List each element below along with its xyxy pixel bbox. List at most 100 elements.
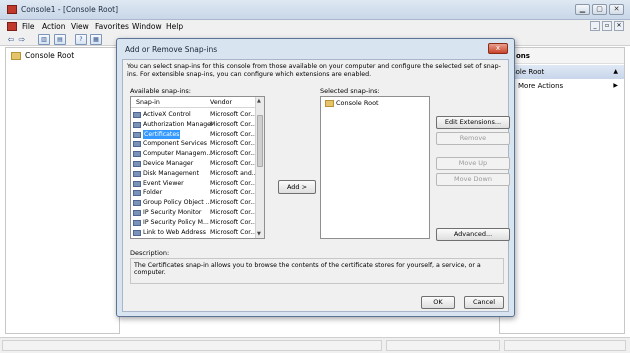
title-bar: Console1 - [Console Root] ▁ ▢ ✕ [0, 0, 630, 20]
scroll-thumb[interactable] [257, 115, 263, 167]
mmc-app-icon [7, 5, 17, 14]
add-remove-snapins-dialog: Add or Remove Snap-ins x You can select … [116, 38, 515, 317]
snapin-row[interactable]: ActiveX Control Microsoft Cor... [131, 110, 257, 120]
window-controls: ▁ ▢ ✕ [575, 4, 624, 15]
snapin-row[interactable]: IP Security Policy M... Microsoft Cor... [131, 218, 257, 228]
snapin-vendor: Microsoft Cor... [210, 208, 257, 216]
snapin-icon [133, 190, 141, 197]
snapin-row[interactable]: Link to Web Address Microsoft Cor... [131, 228, 257, 238]
snapin-icon [133, 180, 141, 187]
child-window-controls: _ ▫ ✕ [590, 21, 624, 31]
actions-section-console-root[interactable]: sole Root ▲ [500, 65, 624, 79]
show-tree-icon[interactable]: ▥ [38, 34, 50, 45]
move-down-button[interactable]: Move Down [436, 173, 510, 186]
snapin-name: Device Manager [143, 159, 194, 167]
menu-file[interactable]: File [22, 22, 35, 31]
menu-favorites[interactable]: Favorites [95, 22, 129, 31]
snapin-vendor: Microsoft Cor... [210, 218, 257, 226]
snapin-row[interactable]: Disk Management Microsoft and... [131, 169, 257, 179]
menu-help[interactable]: Help [166, 22, 183, 31]
snapin-row[interactable]: Certificates Microsoft Cor... [131, 129, 257, 140]
submenu-arrow-icon: ▶ [613, 82, 618, 89]
snapin-name: Group Policy Object ... [143, 199, 212, 207]
menu-action[interactable]: Action [42, 22, 66, 31]
export-list-icon[interactable]: ▤ [54, 34, 66, 45]
child-close-button[interactable]: ✕ [614, 21, 624, 31]
snapin-row[interactable]: IP Security Monitor Microsoft Cor... [131, 208, 257, 218]
more-actions-item[interactable]: More Actions ▶ [500, 80, 624, 93]
snapin-name: Component Services [143, 140, 207, 148]
selected-item-console-root[interactable]: Console Root [336, 99, 379, 107]
scroll-up-icon[interactable]: ▲ [257, 98, 261, 104]
snapin-row[interactable]: Authorization Manager Microsoft Cor... [131, 120, 257, 130]
selected-snapins-list[interactable]: Console Root [320, 96, 430, 239]
snapin-row[interactable]: Folder Microsoft Cor... [131, 188, 257, 198]
snapin-row[interactable]: Component Services Microsoft Cor... [131, 139, 257, 149]
ok-button[interactable]: OK [421, 296, 455, 309]
list-scrollbar[interactable]: ▲ ▼ [255, 97, 264, 238]
snapin-name: Event Viewer [143, 179, 184, 187]
scroll-down-icon[interactable]: ▼ [257, 231, 261, 237]
status-bar [0, 337, 630, 353]
remove-button[interactable]: Remove [436, 132, 510, 145]
snapin-vendor: Microsoft Cor... [210, 140, 257, 148]
snapin-icon [133, 131, 141, 138]
snapin-name: IP Security Monitor [143, 208, 202, 216]
snapin-name: Authorization Manager [143, 120, 213, 128]
folder-icon [325, 100, 334, 107]
snapin-row[interactable]: Group Policy Object ... Microsoft Cor... [131, 198, 257, 208]
actions-pane: ons sole Root ▲ More Actions ▶ [499, 47, 625, 334]
status-segment [2, 340, 382, 351]
console-icon[interactable] [7, 22, 17, 31]
available-snapins-label: Available snap-ins: [130, 87, 191, 95]
snapin-vendor: Microsoft Cor... [210, 130, 257, 138]
snapin-vendor: Microsoft Cor... [210, 189, 257, 197]
status-segment [386, 340, 500, 351]
snapin-icon [133, 170, 141, 177]
move-up-button[interactable]: Move Up [436, 157, 510, 170]
menu-bar: File Action View Favorites Window Help _… [0, 20, 630, 33]
snapin-vendor: Microsoft Cor... [210, 228, 257, 236]
child-minimize-button[interactable]: _ [590, 21, 600, 31]
actions-header: ons [500, 48, 624, 64]
status-segment [504, 340, 626, 351]
snapin-row[interactable]: Event Viewer Microsoft Cor... [131, 179, 257, 189]
available-snapins-list[interactable]: Snap-in Vendor ActiveX Control Microsoft … [130, 96, 265, 239]
child-restore-button[interactable]: ▫ [602, 21, 612, 31]
snapin-vendor: Microsoft and... [210, 169, 257, 177]
maximize-button[interactable]: ▢ [592, 4, 607, 15]
actions-section-label: sole Root [512, 68, 545, 76]
collapse-up-icon[interactable]: ▲ [613, 68, 618, 75]
snapin-icon [133, 112, 141, 118]
snapin-name: Computer Managem... [143, 150, 213, 158]
dialog-close-button[interactable]: x [488, 43, 508, 54]
menu-window[interactable]: Window [132, 22, 162, 31]
snapin-vendor: Microsoft Cor... [210, 111, 257, 118]
snapin-icon [133, 219, 141, 226]
snapin-row[interactable]: Device Manager Microsoft Cor... [131, 159, 257, 169]
snapin-name: Disk Management [143, 169, 200, 177]
snapin-name: Certificates [143, 129, 181, 140]
close-button[interactable]: ✕ [609, 4, 624, 15]
snapin-vendor: Microsoft Cor... [210, 179, 257, 187]
more-actions-label: More Actions [518, 82, 564, 90]
show-action-pane-icon[interactable]: ▦ [90, 34, 102, 45]
edit-extensions-button[interactable]: Edit Extensions... [436, 116, 510, 129]
column-header-snapin[interactable]: Snap-in [136, 99, 160, 106]
cancel-button[interactable]: Cancel [464, 296, 504, 309]
snapin-vendor: Microsoft Cor... [210, 120, 257, 128]
menu-view[interactable]: View [71, 22, 89, 31]
column-header-vendor[interactable]: Vendor [210, 99, 232, 106]
forward-arrow-icon[interactable]: ⇨ [17, 34, 27, 45]
dialog-body: You can select snap-ins for this console… [122, 59, 510, 312]
minimize-button[interactable]: ▁ [575, 4, 590, 15]
snapin-row[interactable]: Computer Managem... Microsoft Cor... [131, 149, 257, 159]
snapin-vendor: Microsoft Cor... [210, 159, 257, 167]
advanced-button[interactable]: Advanced... [436, 228, 510, 241]
add-button[interactable]: Add > [278, 180, 316, 194]
help-icon[interactable]: ? [75, 34, 87, 45]
snapin-name: Link to Web Address [143, 228, 206, 236]
back-arrow-icon[interactable]: ⇦ [6, 34, 16, 45]
snapin-icon [133, 151, 141, 158]
tree-item-console-root[interactable]: Console Root [25, 51, 74, 60]
